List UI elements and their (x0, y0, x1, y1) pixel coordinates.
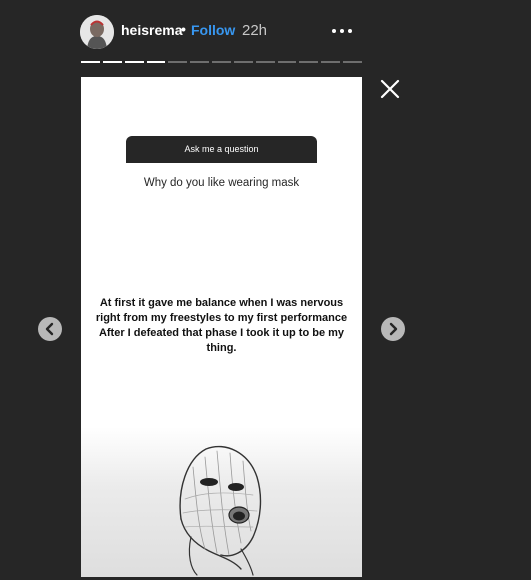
progress-segment (343, 61, 362, 63)
story-progress-bar (81, 61, 362, 64)
answer-line: At first it gave me balance when I was n… (99, 297, 344, 309)
more-horizontal-icon (332, 29, 336, 33)
progress-segment (124, 61, 144, 63)
progress-segment (168, 61, 188, 63)
close-icon (380, 79, 400, 99)
story-header: heisrema • Follow 22h (0, 0, 531, 64)
progress-segment (255, 61, 275, 63)
answer-line: right from my freestyles to my first per… (95, 312, 348, 324)
progress-segment (102, 61, 122, 63)
answer-text: At first it gave me balance when I was n… (91, 296, 352, 356)
question-sticker-header: Ask me a question (126, 136, 317, 163)
chevron-left-icon (45, 322, 54, 336)
ski-mask-sketch (81, 427, 362, 577)
chevron-right-icon (389, 322, 398, 336)
follow-button[interactable]: Follow (191, 22, 235, 38)
separator-dot: • (181, 21, 186, 37)
question-sticker: Ask me a question Why do you like wearin… (126, 136, 317, 189)
ski-mask-sketch-icon (179, 445, 262, 576)
answer-line: After I defeated that phase I took it up… (98, 327, 345, 339)
progress-segment (146, 61, 166, 63)
timestamp: 22h (242, 22, 268, 39)
progress-segment (277, 61, 297, 63)
progress-segment (299, 61, 319, 63)
progress-segment (212, 61, 231, 63)
progress-segment (233, 61, 253, 63)
progress-segment (321, 61, 341, 63)
close-button[interactable] (378, 77, 402, 101)
next-story-button[interactable] (381, 317, 405, 341)
profile-avatar-icon (80, 15, 114, 49)
username[interactable]: heisrema (121, 22, 182, 38)
progress-segment (190, 61, 210, 63)
more-options-button[interactable] (330, 20, 354, 40)
story-content[interactable]: Ask me a question Why do you like wearin… (81, 77, 362, 577)
progress-segment (81, 61, 100, 63)
question-text: Why do you like wearing mask (143, 177, 300, 189)
answer-line: thing. (206, 342, 237, 354)
avatar[interactable] (80, 15, 114, 49)
previous-story-button[interactable] (38, 317, 62, 341)
